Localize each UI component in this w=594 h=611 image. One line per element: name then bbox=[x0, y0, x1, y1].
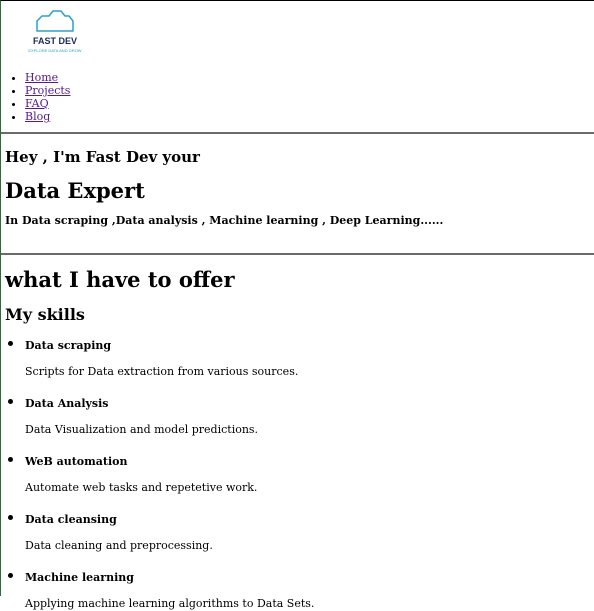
nav-link-home[interactable]: Home bbox=[25, 71, 58, 84]
nav-link-projects[interactable]: Projects bbox=[25, 84, 70, 97]
skill-description: Applying machine learning algorithms to … bbox=[25, 597, 315, 610]
logo-tagline: EXPLORE DATA AND GROW bbox=[28, 48, 81, 53]
skill-item: Machine learning Applying machine learni… bbox=[25, 566, 594, 611]
skill-name: Machine learning bbox=[25, 571, 134, 584]
skills-heading: My skills bbox=[5, 305, 85, 324]
fast-dev-logo: FAST DEV EXPLORE DATA AND GROW bbox=[28, 10, 82, 53]
skill-item: WeB automation Automate web tasks and re… bbox=[25, 450, 594, 495]
logo-link[interactable]: FAST DEV EXPLORE DATA AND GROW bbox=[15, 7, 95, 55]
skill-description: Automate web tasks and repetetive work. bbox=[25, 481, 258, 494]
skills-list: Data scraping Scripts for Data extractio… bbox=[5, 334, 594, 611]
nav-item-home: Home bbox=[25, 71, 594, 84]
hero-greeting: Hey , I'm Fast Dev your bbox=[5, 148, 200, 166]
nav-item-projects: Projects bbox=[25, 84, 594, 97]
skill-item: Data scraping Scripts for Data extractio… bbox=[25, 334, 594, 379]
hero-subtitle: In Data scraping ,Data analysis , Machin… bbox=[5, 214, 444, 227]
skill-description: Scripts for Data extraction from various… bbox=[25, 365, 299, 378]
divider bbox=[1, 132, 594, 134]
nav-link-faq[interactable]: FAQ bbox=[25, 97, 49, 110]
cloud-icon bbox=[36, 10, 74, 32]
skill-name: Data scraping bbox=[25, 339, 112, 352]
divider bbox=[1, 253, 594, 255]
offer-heading: what I have to offer bbox=[5, 267, 235, 292]
logo-name: FAST DEV bbox=[33, 36, 77, 46]
main-nav: Home Projects FAQ Blog bbox=[5, 71, 594, 123]
skill-description: Data cleaning and preprocessing. bbox=[25, 539, 213, 552]
skill-name: Data Analysis bbox=[25, 397, 109, 410]
skill-item: Data cleansing Data cleaning and preproc… bbox=[25, 508, 594, 553]
skill-description: Data Visualization and model predictions… bbox=[25, 423, 259, 436]
hero-title: Data Expert bbox=[5, 178, 145, 203]
skill-name: Data cleansing bbox=[25, 513, 117, 526]
nav-link-blog[interactable]: Blog bbox=[25, 110, 50, 123]
nav-item-faq: FAQ bbox=[25, 97, 594, 110]
skill-name: WeB automation bbox=[25, 455, 128, 468]
skill-item: Data Analysis Data Visualization and mod… bbox=[25, 392, 594, 437]
nav-item-blog: Blog bbox=[25, 110, 594, 123]
